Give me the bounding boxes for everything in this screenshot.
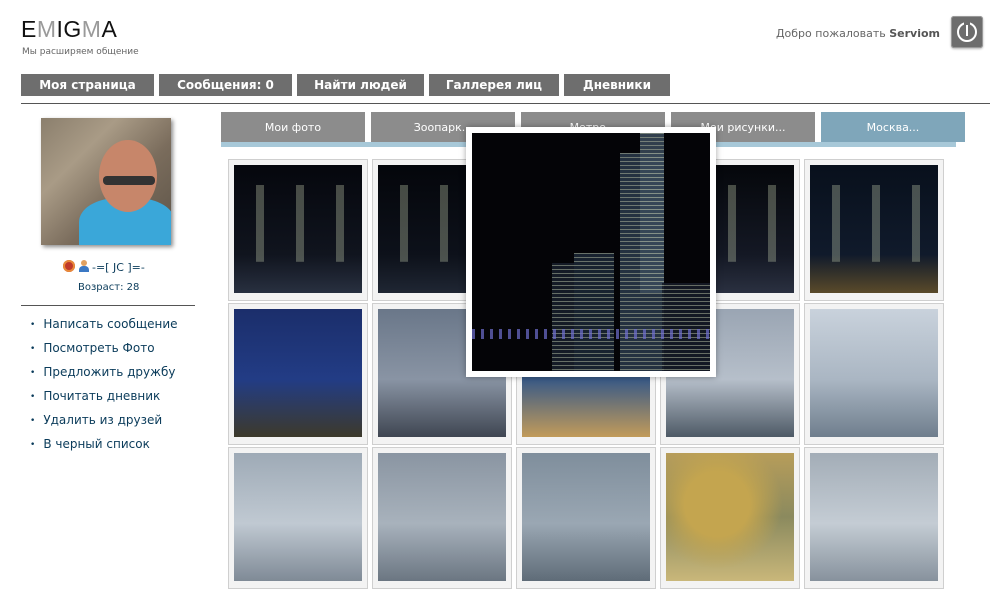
nav-find-people[interactable]: Найти людей [297, 74, 424, 96]
flower-icon [63, 260, 75, 272]
photo-thumbnail[interactable] [516, 447, 656, 589]
photo-thumbnail[interactable] [228, 159, 368, 301]
action-remove-friend[interactable]: Удалить из друзей [30, 412, 178, 436]
nav-face-gallery[interactable]: Галлерея лиц [429, 74, 559, 96]
logo-letter-m2: M [81, 16, 102, 42]
photo-image[interactable] [234, 453, 362, 581]
nav-my-page[interactable]: Моя страница [21, 74, 154, 96]
photo-thumbnail[interactable] [228, 447, 368, 589]
logo-letter-e: E [21, 16, 37, 42]
profile-age: Возраст: 28 [78, 282, 140, 293]
site-tagline: Мы расширяем общение [22, 47, 139, 57]
photo-preview-image[interactable] [472, 133, 710, 371]
skyline-tower [552, 263, 574, 371]
photo-image[interactable] [810, 453, 938, 581]
logout-button[interactable] [951, 16, 983, 48]
river-lights [472, 329, 710, 339]
action-blacklist[interactable]: В черный список [30, 436, 178, 460]
photo-thumbnail[interactable] [804, 447, 944, 589]
nav-messages[interactable]: Сообщения: 0 [159, 74, 292, 96]
photo-preview-popup[interactable] [466, 127, 716, 377]
skyline-tower [640, 133, 664, 293]
nav-diaries[interactable]: Дневники [564, 74, 670, 96]
photo-image[interactable] [234, 309, 362, 437]
site-logo[interactable]: EMIGMA [21, 16, 117, 43]
profile-nickname: -=[ JC ]=- [92, 261, 145, 274]
logo-letter-m: M [36, 16, 57, 42]
action-read-diary[interactable]: Почитать дневник [30, 388, 178, 412]
photo-thumbnail[interactable] [804, 303, 944, 445]
photo-image[interactable] [378, 453, 506, 581]
sidebar-divider [21, 305, 195, 306]
welcome-message: Добро пожаловать Serviom [776, 27, 940, 40]
skyline-tower [662, 283, 710, 371]
avatar[interactable] [41, 118, 171, 245]
skyline-tower [574, 253, 614, 371]
profile-nickname-row: -=[ JC ]=- [63, 260, 145, 274]
photo-image[interactable] [522, 453, 650, 581]
photo-image[interactable] [810, 165, 938, 293]
photo-thumbnail[interactable] [372, 447, 512, 589]
tab-my-photos[interactable]: Мои фото [221, 112, 365, 142]
logo-letter-a: A [101, 16, 118, 42]
photo-image[interactable] [234, 165, 362, 293]
photo-thumbnail[interactable] [660, 447, 800, 589]
action-view-photos[interactable]: Посмотреть Фото [30, 340, 178, 364]
action-offer-friendship[interactable]: Предложить дружбу [30, 364, 178, 388]
photo-image[interactable] [666, 453, 794, 581]
action-write-message[interactable]: Написать сообщение [30, 316, 177, 340]
welcome-prefix: Добро пожаловать [775, 27, 886, 40]
photo-thumbnail[interactable] [228, 303, 368, 445]
power-icon-stem [966, 25, 968, 36]
avatar-glasses [103, 176, 155, 185]
header-divider [21, 103, 990, 104]
profile-actions-menu: Написать сообщение Посмотреть Фото Предл… [30, 316, 178, 460]
user-icon [78, 260, 89, 272]
username[interactable]: Serviom [889, 27, 940, 40]
photo-image[interactable] [810, 309, 938, 437]
logo-letters-ig: IG [56, 16, 82, 42]
tab-moscow[interactable]: Москва... [821, 112, 965, 142]
photo-thumbnail[interactable] [804, 159, 944, 301]
